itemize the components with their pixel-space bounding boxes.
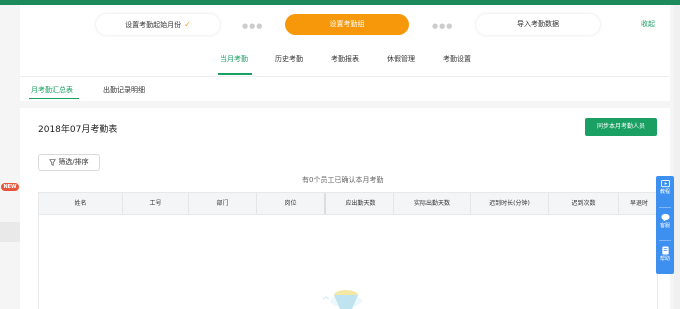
column-header[interactable]: 姓名 — [39, 193, 123, 214]
filter-sort-button[interactable]: 筛选/排序 — [38, 154, 100, 171]
tab-history[interactable]: 历史考勤 — [275, 54, 303, 64]
tab-active-indicator — [218, 73, 252, 75]
step-label: 导入考勤数据 — [517, 20, 559, 28]
customer-service-label: 客服 — [659, 223, 670, 229]
customer-service-button[interactable]: 客服 — [656, 209, 674, 237]
tab-reports[interactable]: 考勤报表 — [331, 54, 359, 64]
sync-attendance-members-button[interactable]: 同步本月考勤人员 — [585, 118, 657, 136]
tutorial-icon — [660, 180, 670, 188]
column-header[interactable]: 应出勤天数 — [328, 193, 394, 214]
table-header: 姓名 工号 部门 岗位 应出勤天数 实际出勤天数 迟到时长(分钟) 迟到次数 早… — [39, 193, 659, 215]
subtab-active-indicator — [29, 98, 79, 99]
tutorial-button[interactable]: 教程 — [656, 176, 674, 204]
step-connector-dots: ●●● — [432, 22, 454, 30]
page-scroll-edge — [674, 5, 680, 309]
filter-icon — [49, 158, 57, 166]
chat-icon — [660, 213, 670, 222]
main-tabs: 当月考勤 历史考勤 考勤报表 休假管理 考勤设置 — [20, 50, 670, 76]
page-title: 2018年07月考勤表 — [38, 125, 118, 135]
step-set-attendance-group[interactable]: 设置考勤组 — [285, 14, 409, 35]
left-sidebar-active-item[interactable] — [0, 222, 20, 242]
step-label: 设置考勤组 — [329, 20, 365, 28]
subtab-monthly-summary[interactable]: 月考勤汇总表 — [31, 85, 73, 95]
step-set-start-month[interactable]: 设置考勤起始月份 ✓ — [96, 14, 220, 35]
divider — [659, 207, 671, 208]
subtab-attendance-records[interactable]: 出勤记录明细 — [103, 85, 145, 95]
column-header[interactable]: 早退时 — [619, 193, 659, 214]
help-label: 帮助 — [659, 256, 670, 262]
column-header[interactable]: 工号 — [123, 193, 189, 214]
help-button[interactable]: 帮助 — [656, 242, 674, 270]
step-connector-dots: ●●● — [242, 22, 264, 30]
confirmation-status: 有0个员工已确认本月考勤 — [302, 176, 384, 184]
divider — [20, 76, 670, 77]
new-badge: NEW — [1, 183, 19, 191]
tab-attendance-settings[interactable]: 考勤设置 — [443, 54, 471, 64]
divider — [659, 240, 671, 241]
tab-current-month[interactable]: 当月考勤 — [220, 54, 248, 64]
column-header[interactable]: 实际出勤天数 — [394, 193, 471, 214]
empty-state-illustration — [322, 290, 362, 309]
help-book-icon — [661, 246, 669, 255]
tab-leave-management[interactable]: 休假管理 — [387, 54, 415, 64]
step-label: 设置考勤起始月份 — [125, 21, 182, 29]
collapse-link[interactable]: 收起 — [641, 19, 655, 29]
setup-steps: 设置考勤起始月份 ✓ ●●● 设置考勤组 ●●● 导入考勤数据 收起 — [20, 5, 670, 43]
tutorial-label: 教程 — [659, 189, 670, 195]
column-header[interactable]: 岗位 — [257, 193, 326, 214]
check-icon: ✓ — [184, 20, 191, 29]
column-header[interactable]: 迟到时长(分钟) — [471, 193, 549, 214]
filter-label: 筛选/排序 — [58, 158, 89, 166]
floating-help-panel: 教程 客服 帮助 — [656, 176, 674, 274]
section-separator — [20, 101, 670, 108]
column-header[interactable]: 部门 — [189, 193, 257, 214]
step-import-data[interactable]: 导入考勤数据 — [476, 14, 600, 35]
left-sidebar-strip — [0, 5, 20, 309]
column-header[interactable]: 迟到次数 — [549, 193, 619, 214]
